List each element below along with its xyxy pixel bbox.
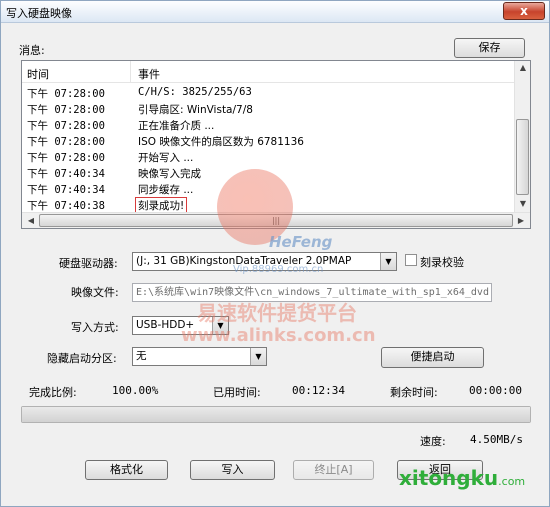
watermark-cn-text: 易速软件提货平台	[197, 301, 357, 325]
write-method-label: 写入方式:	[71, 321, 119, 334]
verify-checkbox[interactable]	[405, 254, 417, 266]
messages-label: 消息:	[19, 44, 45, 57]
remaining-time-value: 00:00:00	[469, 384, 522, 397]
log-header: 时间 事件	[22, 61, 514, 83]
elapsed-time-value: 00:12:34	[292, 384, 345, 397]
progress-fill	[22, 407, 530, 422]
complete-ratio-value: 100.00%	[112, 384, 159, 397]
elapsed-time-label: 已用时间:	[213, 386, 261, 399]
watermark-xitongku: xitongku.com	[399, 466, 525, 490]
scroll-down-icon[interactable]: ▼	[516, 199, 530, 208]
image-file-label: 映像文件:	[71, 286, 119, 299]
scroll-left-icon[interactable]: ◀	[24, 216, 38, 225]
column-header-time[interactable]: 时间	[27, 66, 49, 82]
abort-button[interactable]: 终止[A]	[293, 460, 374, 480]
complete-ratio-label: 完成比例:	[29, 386, 77, 399]
watermark-brand: HeFeng	[269, 233, 333, 251]
row-event: 引导扇区: WinVista/7/8	[138, 104, 253, 116]
watermark-xitongku-text: xitongku	[399, 466, 499, 490]
row-time: 下午 07:28:00	[27, 136, 105, 148]
row-event: 开始写入 ...	[138, 152, 194, 164]
row-time: 下午 07:28:00	[27, 88, 105, 100]
watermark-url: Vip.88969.com.cn	[233, 264, 324, 275]
row-time: 下午 07:28:00	[27, 104, 105, 116]
row-event-success: 刻录成功!	[134, 197, 188, 214]
table-row[interactable]: 下午 07:28:00 C/H/S: 3825/255/63	[22, 85, 514, 101]
column-divider[interactable]	[130, 61, 131, 83]
table-row[interactable]: 下午 07:28:00 引导扇区: WinVista/7/8	[22, 101, 514, 117]
row-event: ISO 映像文件的扇区数为 6781136	[138, 136, 304, 148]
watermark-url-2: www.alinks.com.cn	[181, 325, 376, 346]
row-event: 映像写入完成	[138, 168, 201, 180]
quick-boot-button[interactable]: 便捷启动	[381, 347, 484, 368]
hidden-partition-value: 无	[136, 350, 147, 362]
hidden-partition-label: 隐藏启动分区:	[47, 352, 117, 365]
drive-label: 硬盘驱动器:	[59, 257, 118, 270]
format-button[interactable]: 格式化	[85, 460, 168, 480]
save-button[interactable]: 保存	[454, 38, 525, 58]
log-vertical-scrollbar[interactable]: ▲ ▼	[514, 61, 530, 212]
row-time: 下午 07:28:00	[27, 120, 105, 132]
table-row[interactable]: 下午 07:28:00 开始写入 ...	[22, 149, 514, 165]
row-time: 下午 07:40:38	[27, 200, 105, 212]
table-row[interactable]: 下午 07:28:00 ISO 映像文件的扇区数为 6781136	[22, 133, 514, 149]
scroll-up-icon[interactable]: ▲	[516, 63, 530, 72]
write-progress-bar	[21, 406, 531, 423]
row-time: 下午 07:40:34	[27, 184, 105, 196]
close-icon: x	[520, 4, 528, 18]
speed-label: 速度:	[420, 435, 446, 448]
hidden-partition-select[interactable]: 无 ▼	[132, 347, 267, 366]
row-event: 正在准备介质 ...	[138, 120, 215, 132]
scroll-right-icon[interactable]: ▶	[514, 216, 528, 225]
watermark-xitongku-suffix: .com	[498, 475, 526, 488]
title-bar[interactable]: 写入硬盘映像 x	[1, 1, 549, 23]
row-time: 下午 07:28:00	[27, 152, 105, 164]
column-header-event[interactable]: 事件	[138, 66, 160, 82]
vertical-scroll-thumb[interactable]	[516, 119, 529, 195]
row-time: 下午 07:40:34	[27, 168, 105, 180]
row-event: 同步缓存 ...	[138, 184, 194, 196]
chevron-down-icon[interactable]: ▼	[250, 348, 266, 365]
row-event: C/H/S: 3825/255/63	[138, 86, 252, 98]
close-button[interactable]: x	[503, 2, 545, 20]
table-row[interactable]: 下午 07:28:00 正在准备介质 ...	[22, 117, 514, 133]
chevron-down-icon[interactable]: ▼	[380, 253, 396, 270]
write-button[interactable]: 写入	[190, 460, 275, 480]
speed-value: 4.50MB/s	[470, 433, 523, 446]
verify-label[interactable]: 刻录校验	[420, 254, 464, 270]
window-title: 写入硬盘映像	[6, 7, 72, 20]
write-disk-image-window: 写入硬盘映像 x 消息: 保存 时间 事件 下午 07:28:00 C/H/S:…	[0, 0, 550, 507]
remaining-time-label: 剩余时间:	[390, 386, 438, 399]
